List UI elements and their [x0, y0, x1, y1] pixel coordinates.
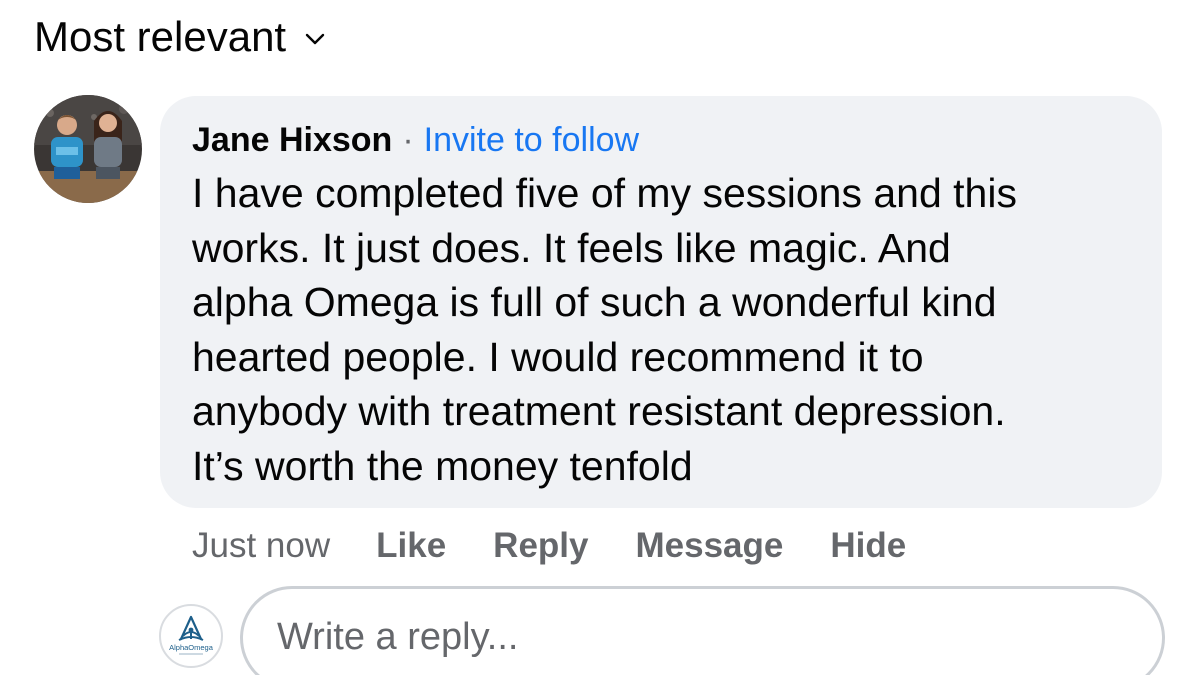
message-button[interactable]: Message — [635, 524, 783, 568]
avatar[interactable] — [34, 95, 142, 203]
reply-input[interactable] — [277, 615, 1127, 659]
like-button[interactable]: Like — [376, 524, 446, 568]
alpha-omega-logo-icon: AlphaOmega — [169, 615, 214, 655]
comment-timestamp[interactable]: Just now — [192, 524, 330, 568]
invite-to-follow-link[interactable]: Invite to follow — [424, 118, 639, 162]
comment-thread: Most relevant Jane Hixson · Invite to fo… — [0, 0, 1200, 675]
reply-box[interactable] — [240, 586, 1165, 675]
sort-label: Most relevant — [34, 13, 287, 60]
sort-dropdown[interactable]: Most relevant — [34, 12, 326, 62]
comment-actions: Just now Like Reply Message Hide — [192, 524, 906, 568]
hide-button[interactable]: Hide — [830, 524, 906, 568]
profile-photo — [34, 95, 142, 203]
logo-text: AlphaOmega — [169, 643, 214, 652]
chevron-down-icon — [305, 33, 325, 45]
separator-dot: · — [402, 121, 414, 159]
reply-button[interactable]: Reply — [493, 524, 588, 568]
page-avatar[interactable]: AlphaOmega — [159, 604, 223, 668]
comment-text: I have completed five of my sessions and… — [192, 170, 1017, 489]
comment-author[interactable]: Jane Hixson — [192, 118, 392, 162]
comment-bubble: Jane Hixson · Invite to follow I have co… — [160, 96, 1162, 508]
comment-header: Jane Hixson · Invite to follow — [192, 118, 1128, 162]
